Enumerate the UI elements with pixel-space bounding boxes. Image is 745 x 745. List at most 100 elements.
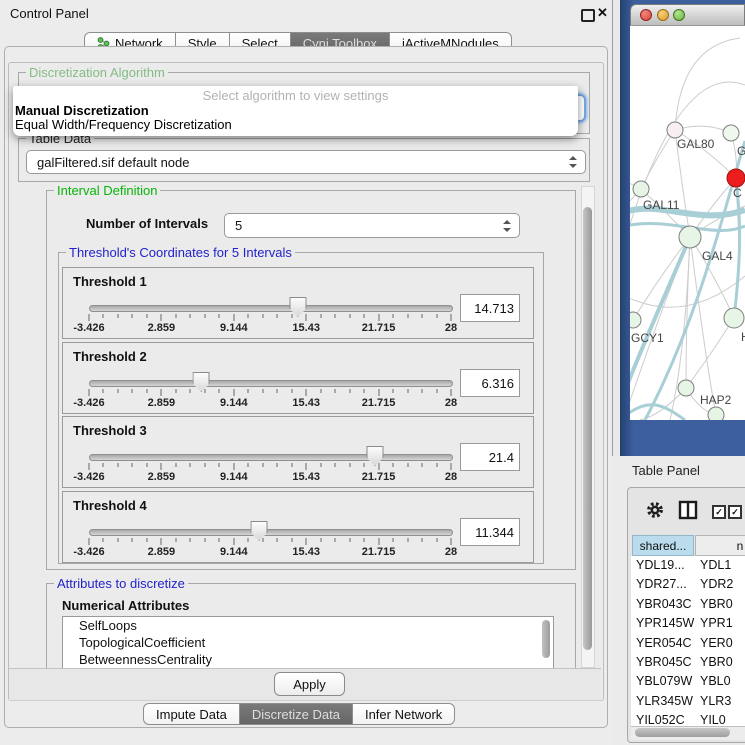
cell-name[interactable]: YPR1 — [700, 616, 733, 630]
slider-tick — [320, 538, 321, 542]
cell-shared-name[interactable]: YLR345W — [636, 694, 693, 708]
threshold-value-field[interactable] — [460, 369, 520, 397]
threshold-value-field[interactable] — [460, 443, 520, 471]
slider-tick — [175, 538, 176, 542]
threshold-slider[interactable]: -3.4262.8599.14415.4321.71528 — [89, 294, 451, 334]
tab-discretize-data[interactable]: Discretize Data — [240, 703, 353, 725]
table-row[interactable]: YDR27... YDR2 — [631, 575, 745, 594]
table-row[interactable]: YDL19... YDL1 — [631, 556, 745, 575]
slider-ticks — [89, 538, 451, 546]
network-node-gcy1[interactable] — [630, 312, 641, 328]
slider-tick-label: 28 — [445, 546, 457, 558]
network-node-gal4[interactable] — [679, 226, 701, 248]
cell-name[interactable]: YDR2 — [700, 577, 733, 591]
numerical-attributes-list[interactable]: SelfLoopsTopologicalCoefficientBetweenne… — [62, 616, 554, 670]
cell-name[interactable]: YER0 — [700, 636, 733, 650]
table-row[interactable]: YPR145W YPR1 — [631, 614, 745, 633]
attribute-list-item[interactable]: TopologicalCoefficient — [63, 634, 553, 651]
slider-tick — [436, 538, 437, 542]
panel-scrollbar-thumb[interactable] — [583, 207, 592, 650]
network-node-label: HAP2 — [700, 393, 732, 407]
table-row[interactable]: YER054C YER0 — [631, 634, 745, 653]
slider-tick — [320, 389, 321, 393]
close-icon[interactable]: ✕ — [597, 5, 608, 21]
algorithm-option-equal-width[interactable]: Equal Width/Frequency Discretization — [15, 117, 575, 132]
network-node-gal80[interactable] — [667, 122, 683, 138]
table-hscrollbar-thumb[interactable] — [635, 728, 730, 737]
cell-shared-name[interactable]: YER054C — [636, 636, 692, 650]
cell-name[interactable]: YDL1 — [700, 558, 731, 572]
cell-shared-name[interactable]: YPR145W — [636, 616, 694, 630]
table-row[interactable]: YIL052C YIL0 — [631, 711, 745, 726]
table-row[interactable]: YBR045C YBR0 — [631, 653, 745, 672]
split-view-icon[interactable] — [678, 500, 698, 520]
tab-impute-data[interactable]: Impute Data — [143, 703, 240, 725]
slider-tick — [103, 463, 104, 467]
slider-track[interactable] — [89, 305, 453, 312]
table-row[interactable]: YBL079W YBL0 — [631, 672, 745, 691]
slider-track[interactable] — [89, 454, 453, 461]
slider-tick — [349, 463, 350, 467]
slider-tick — [161, 314, 162, 321]
network-node-selected[interactable] — [727, 169, 745, 187]
cell-shared-name[interactable]: YBR045C — [636, 655, 692, 669]
slider-track[interactable] — [89, 380, 453, 387]
slider-tick — [132, 314, 133, 318]
apply-button[interactable]: Apply — [274, 672, 345, 696]
column-header-name[interactable]: n — [695, 535, 745, 556]
threshold-value-field[interactable] — [460, 518, 520, 546]
tab-impute-data-label: Impute Data — [156, 707, 227, 722]
zoom-traffic-light-icon[interactable] — [673, 9, 685, 21]
network-nodes[interactable] — [630, 122, 745, 420]
threshold-slider[interactable]: -3.4262.8599.14415.4321.71528 — [89, 369, 451, 409]
network-view[interactable]: GAL80GACGAL11GAL4GCY1HHAP2 — [630, 26, 745, 420]
network-node-label: GAL80 — [677, 137, 715, 151]
cell-shared-name[interactable]: YIL052C — [636, 713, 685, 726]
table-row[interactable]: YBR043C YBR0 — [631, 595, 745, 614]
close-traffic-light-icon[interactable] — [640, 9, 652, 21]
slider-tick — [320, 314, 321, 318]
cell-name[interactable]: YBR0 — [700, 597, 733, 611]
node-table[interactable]: YDL19... YDL1 YDR27... YDR2 YBR043C YBR0 YPR14… — [631, 556, 745, 726]
network-node[interactable] — [723, 125, 739, 141]
network-node-gal11[interactable] — [633, 181, 649, 197]
network-node[interactable] — [708, 407, 724, 420]
slider-tick-label: 28 — [445, 397, 457, 409]
checkbox-icon[interactable]: ✓ — [728, 505, 742, 519]
cell-shared-name[interactable]: YBR043C — [636, 597, 692, 611]
slider-tick — [378, 463, 379, 470]
attributes-list-scrollbar[interactable] — [542, 620, 550, 658]
cell-name[interactable]: YBL0 — [700, 674, 731, 688]
slider-track[interactable] — [89, 529, 453, 536]
network-node-h[interactable] — [724, 308, 744, 328]
float-window-icon[interactable] — [581, 9, 595, 22]
tab-discretize-data-label: Discretize Data — [252, 707, 340, 722]
minimize-traffic-light-icon[interactable] — [657, 9, 669, 21]
cell-name[interactable]: YLR3 — [700, 694, 731, 708]
table-row[interactable]: YLR345W YLR3 — [631, 692, 745, 711]
threshold-slider[interactable]: -3.4262.8599.14415.4321.71528 — [89, 443, 451, 483]
column-header-shared-name[interactable]: shared... — [632, 535, 694, 556]
threshold-slider[interactable]: -3.4262.8599.14415.4321.71528 — [89, 518, 451, 558]
cell-name[interactable]: YIL0 — [700, 713, 726, 726]
cell-shared-name[interactable]: YBL079W — [636, 674, 692, 688]
gear-icon[interactable] — [646, 501, 664, 519]
slider-tick — [89, 314, 90, 321]
cell-shared-name[interactable]: YDL19... — [636, 558, 685, 572]
attribute-list-item[interactable]: BetweennessCentrality — [63, 651, 553, 668]
table-data-combobox[interactable]: galFiltered.sif default node — [26, 150, 586, 174]
slider-tick — [393, 314, 394, 318]
attribute-list-item[interactable]: SelfLoops — [63, 617, 553, 634]
threshold-value-field[interactable] — [460, 294, 520, 322]
network-node-label: H — [741, 330, 745, 344]
slider-tick — [291, 538, 292, 542]
algorithm-option-manual[interactable]: Manual Discretization — [15, 103, 575, 118]
number-of-intervals-combobox[interactable]: 5 — [224, 213, 520, 238]
cell-shared-name[interactable]: YDR27... — [636, 577, 687, 591]
cell-name[interactable]: YBR0 — [700, 655, 733, 669]
checkbox-icon[interactable]: ✓ — [712, 505, 726, 519]
tab-infer-network[interactable]: Infer Network — [353, 703, 455, 725]
network-node-hap2[interactable] — [678, 380, 694, 396]
slider-tick — [422, 389, 423, 393]
slider-tick-label: 15.43 — [292, 322, 320, 334]
